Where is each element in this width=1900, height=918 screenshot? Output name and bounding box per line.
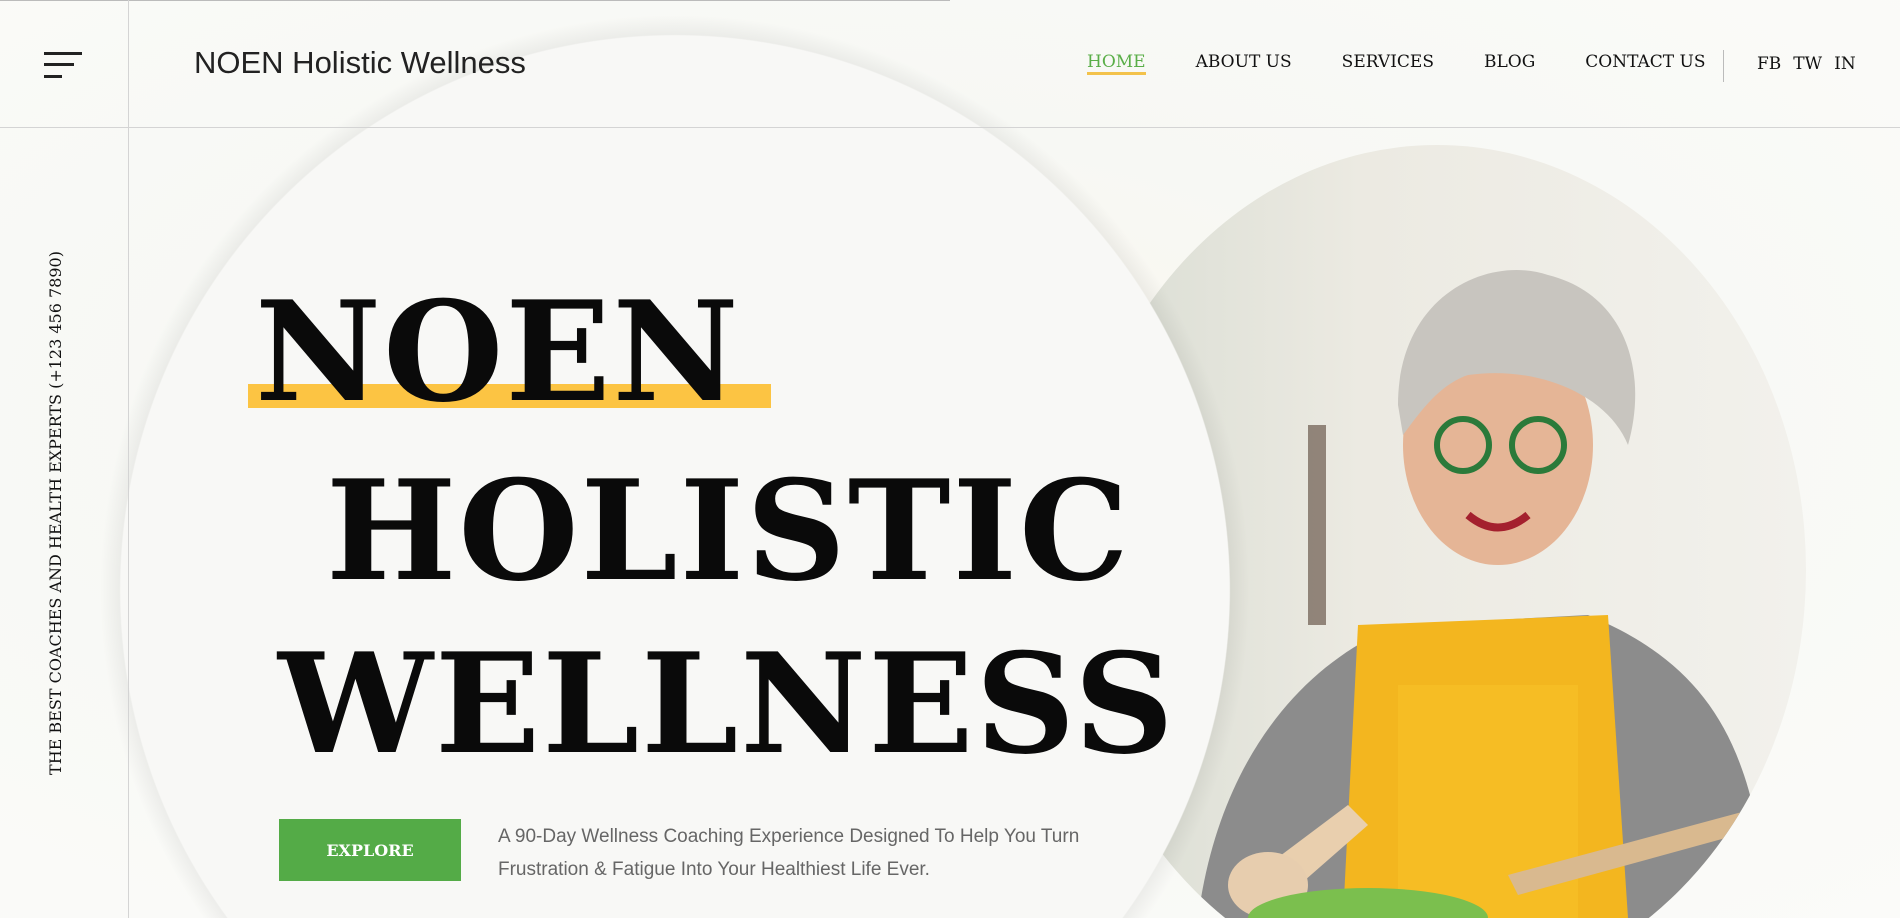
main-nav: HOME ABOUT US SERVICES BLOG CONTACT US [1087, 52, 1706, 75]
facebook-link[interactable]: FB [1757, 54, 1781, 74]
hero-headline-line1: NOEN [255, 270, 741, 433]
top-border [0, 0, 950, 1]
hero-headline-line2: HOLISTIC [326, 449, 1131, 612]
hero-headline-line3: WELLNESS [278, 622, 1176, 785]
hamburger-menu-icon[interactable] [40, 46, 86, 84]
header-divider [0, 127, 1900, 128]
nav-divider [1723, 50, 1724, 82]
sidebar-tagline: THE BEST COACHES AND HEALTH EXPERTS (+12… [46, 251, 65, 775]
twitter-link[interactable]: TW [1793, 54, 1822, 74]
linkedin-link[interactable]: IN [1834, 54, 1856, 74]
social-links: FB TW IN [1757, 54, 1856, 74]
nav-home[interactable]: HOME [1087, 52, 1146, 75]
nav-contact-us[interactable]: CONTACT US [1585, 52, 1705, 75]
sidebar-divider [128, 0, 129, 918]
nav-about-us[interactable]: ABOUT US [1196, 52, 1292, 75]
site-title[interactable]: NOEN Holistic Wellness [194, 45, 526, 81]
nav-services[interactable]: SERVICES [1342, 52, 1434, 75]
hero-description: A 90-Day Wellness Coaching Experience De… [498, 826, 1080, 880]
nav-blog[interactable]: BLOG [1484, 52, 1535, 75]
explore-button[interactable]: EXPLORE [279, 819, 461, 881]
